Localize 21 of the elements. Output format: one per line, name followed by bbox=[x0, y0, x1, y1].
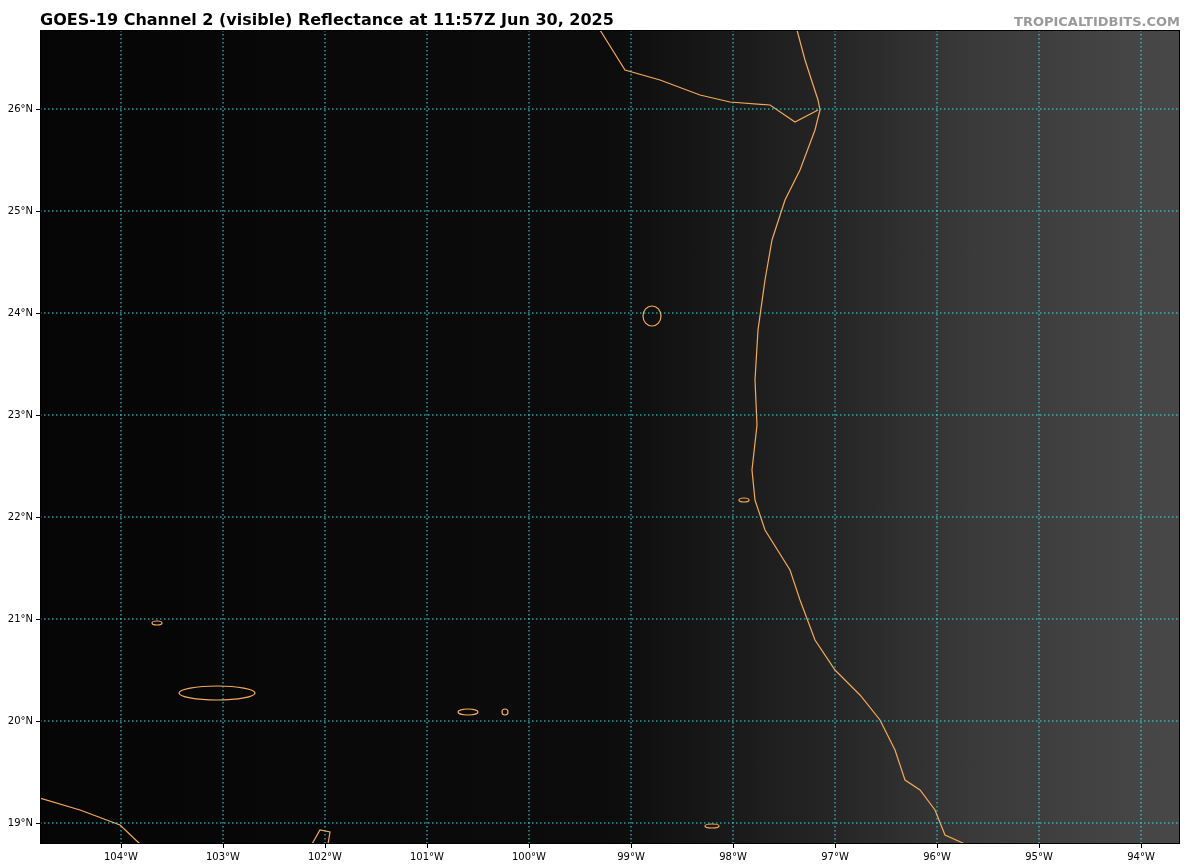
latitude-label: 19°N bbox=[7, 818, 33, 828]
longitude-label: 94°W bbox=[1127, 852, 1155, 862]
latitude-label: 23°N bbox=[7, 410, 33, 420]
latitude-label: 21°N bbox=[7, 614, 33, 624]
longitude-label: 102°W bbox=[308, 852, 342, 862]
longitude-label: 103°W bbox=[206, 852, 240, 862]
longitude-label: 104°W bbox=[104, 852, 138, 862]
longitude-label: 98°W bbox=[719, 852, 747, 862]
longitude-label: 95°W bbox=[1025, 852, 1053, 862]
latitude-label: 24°N bbox=[7, 308, 33, 318]
longitude-label: 97°W bbox=[821, 852, 849, 862]
map-title: GOES-19 Channel 2 (visible) Reflectance at 11:57Z Jun 30, 2025 bbox=[40, 12, 614, 28]
latitude-label: 26°N bbox=[7, 104, 33, 114]
longitude-label: 101°W bbox=[410, 852, 444, 862]
longitude-label: 96°W bbox=[923, 852, 951, 862]
longitude-label: 100°W bbox=[512, 852, 546, 862]
site-credit: TROPICALTIDBITS.COM bbox=[1014, 15, 1180, 28]
latitude-label: 22°N bbox=[7, 512, 33, 522]
latitude-label: 20°N bbox=[7, 716, 33, 726]
longitude-label: 99°W bbox=[617, 852, 645, 862]
latitude-label: 25°N bbox=[7, 206, 33, 216]
